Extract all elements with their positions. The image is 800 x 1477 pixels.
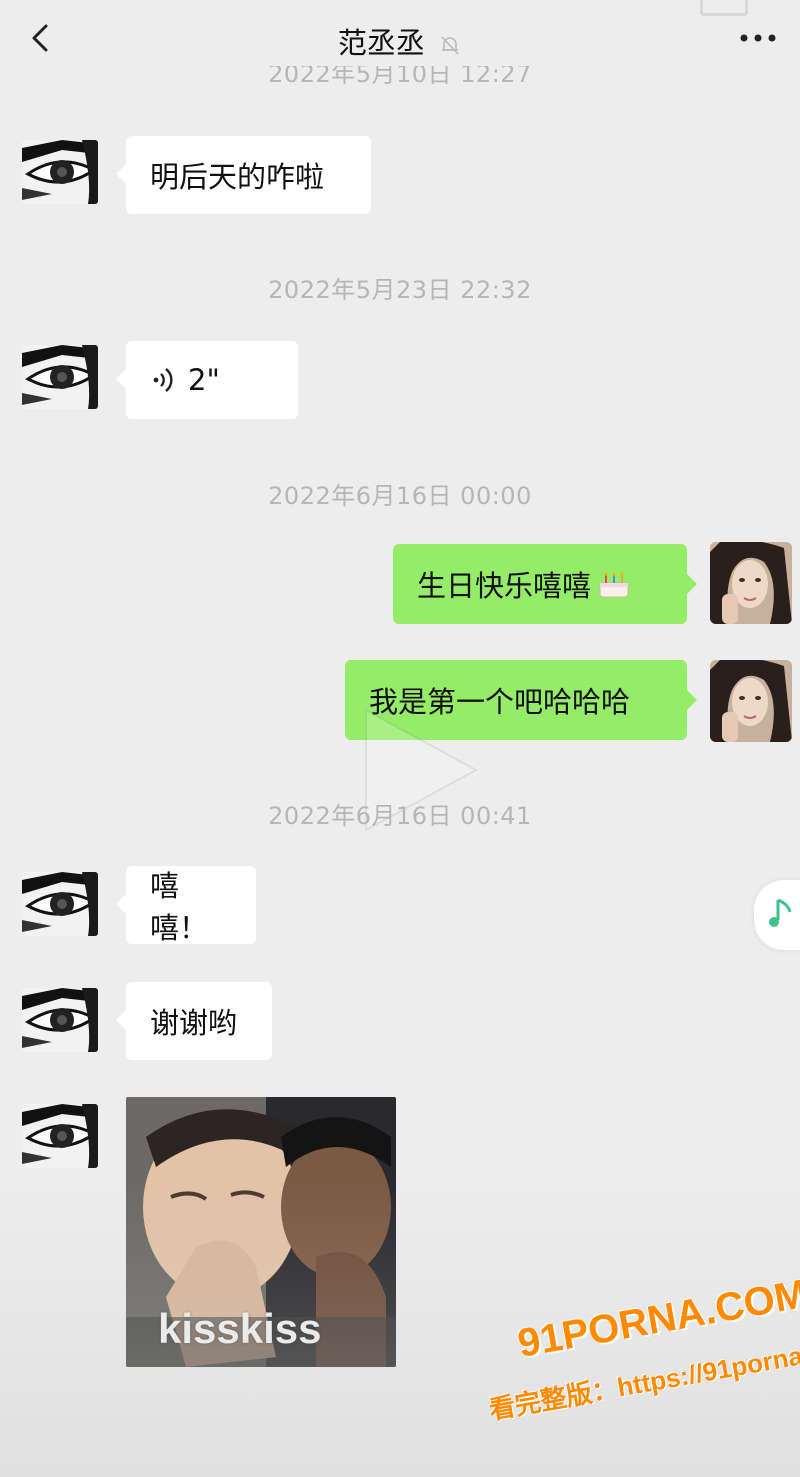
timestamp-text: 2022年5月10日 12:27 <box>268 66 532 88</box>
watermark: 91PORNA.COM 看完整版：https://91porna70.com <box>470 1243 800 1468</box>
contact-avatar[interactable] <box>22 872 98 936</box>
message-bubble-incoming[interactable]: 嘻嘻！ <box>116 866 256 945</box>
timestamp: 2022年5月10日 12:27 <box>0 66 800 92</box>
timestamp: 2022年6月16日 00:41 <box>268 802 532 830</box>
message-bubble-outgoing[interactable]: 我是第一个吧哈哈哈 <box>345 660 697 740</box>
sticker-image[interactable]: kisskiss <box>126 1097 396 1367</box>
more-button[interactable] <box>738 26 778 50</box>
voice-message-bubble[interactable]: 2" <box>116 341 298 419</box>
ellipsis-icon <box>740 34 776 42</box>
timestamp: 2022年6月16日 00:00 <box>268 482 532 510</box>
cake-icon <box>599 572 629 598</box>
message-bubble-incoming[interactable]: 明后天的咋啦 <box>116 136 371 214</box>
bell-off-icon <box>441 36 459 55</box>
chat-title: 范丞丞 <box>337 26 425 60</box>
girl-avatar-image <box>710 542 792 624</box>
eye-avatar-image <box>22 345 98 409</box>
message-text: 生日快乐嘻嘻 <box>417 569 592 603</box>
eye-avatar-image <box>22 988 98 1052</box>
message-text: 明后天的咋啦 <box>150 160 325 194</box>
voice-duration: 2" <box>188 363 220 397</box>
sticker-caption: kisskiss <box>158 1305 322 1352</box>
contact-avatar[interactable] <box>22 140 98 204</box>
eye-avatar-image <box>22 1104 98 1168</box>
window-corner-icon <box>700 0 748 16</box>
message-bubble-incoming[interactable]: 谢谢哟 <box>116 982 272 1060</box>
eye-avatar-image <box>22 140 98 204</box>
message-text: 谢谢哟 <box>150 1006 238 1040</box>
music-float-button[interactable] <box>754 880 800 950</box>
contact-avatar[interactable] <box>22 988 98 1052</box>
message-text: 我是第一个吧哈哈哈 <box>369 685 631 719</box>
contact-avatar[interactable] <box>22 345 98 409</box>
timestamp: 2022年5月23日 22:32 <box>268 276 532 304</box>
music-note-icon <box>769 898 792 927</box>
contact-avatar[interactable] <box>22 1104 98 1168</box>
chat-title-wrap: 范丞丞 <box>0 20 800 62</box>
girl-avatar-image <box>710 660 792 742</box>
voice-wave-icon <box>153 368 173 392</box>
message-bubble-outgoing[interactable]: 生日快乐嘻嘻 <box>393 544 697 624</box>
my-avatar[interactable] <box>710 660 792 742</box>
message-text: 嘻嘻！ <box>150 869 209 945</box>
my-avatar[interactable] <box>710 542 792 624</box>
eye-avatar-image <box>22 872 98 936</box>
